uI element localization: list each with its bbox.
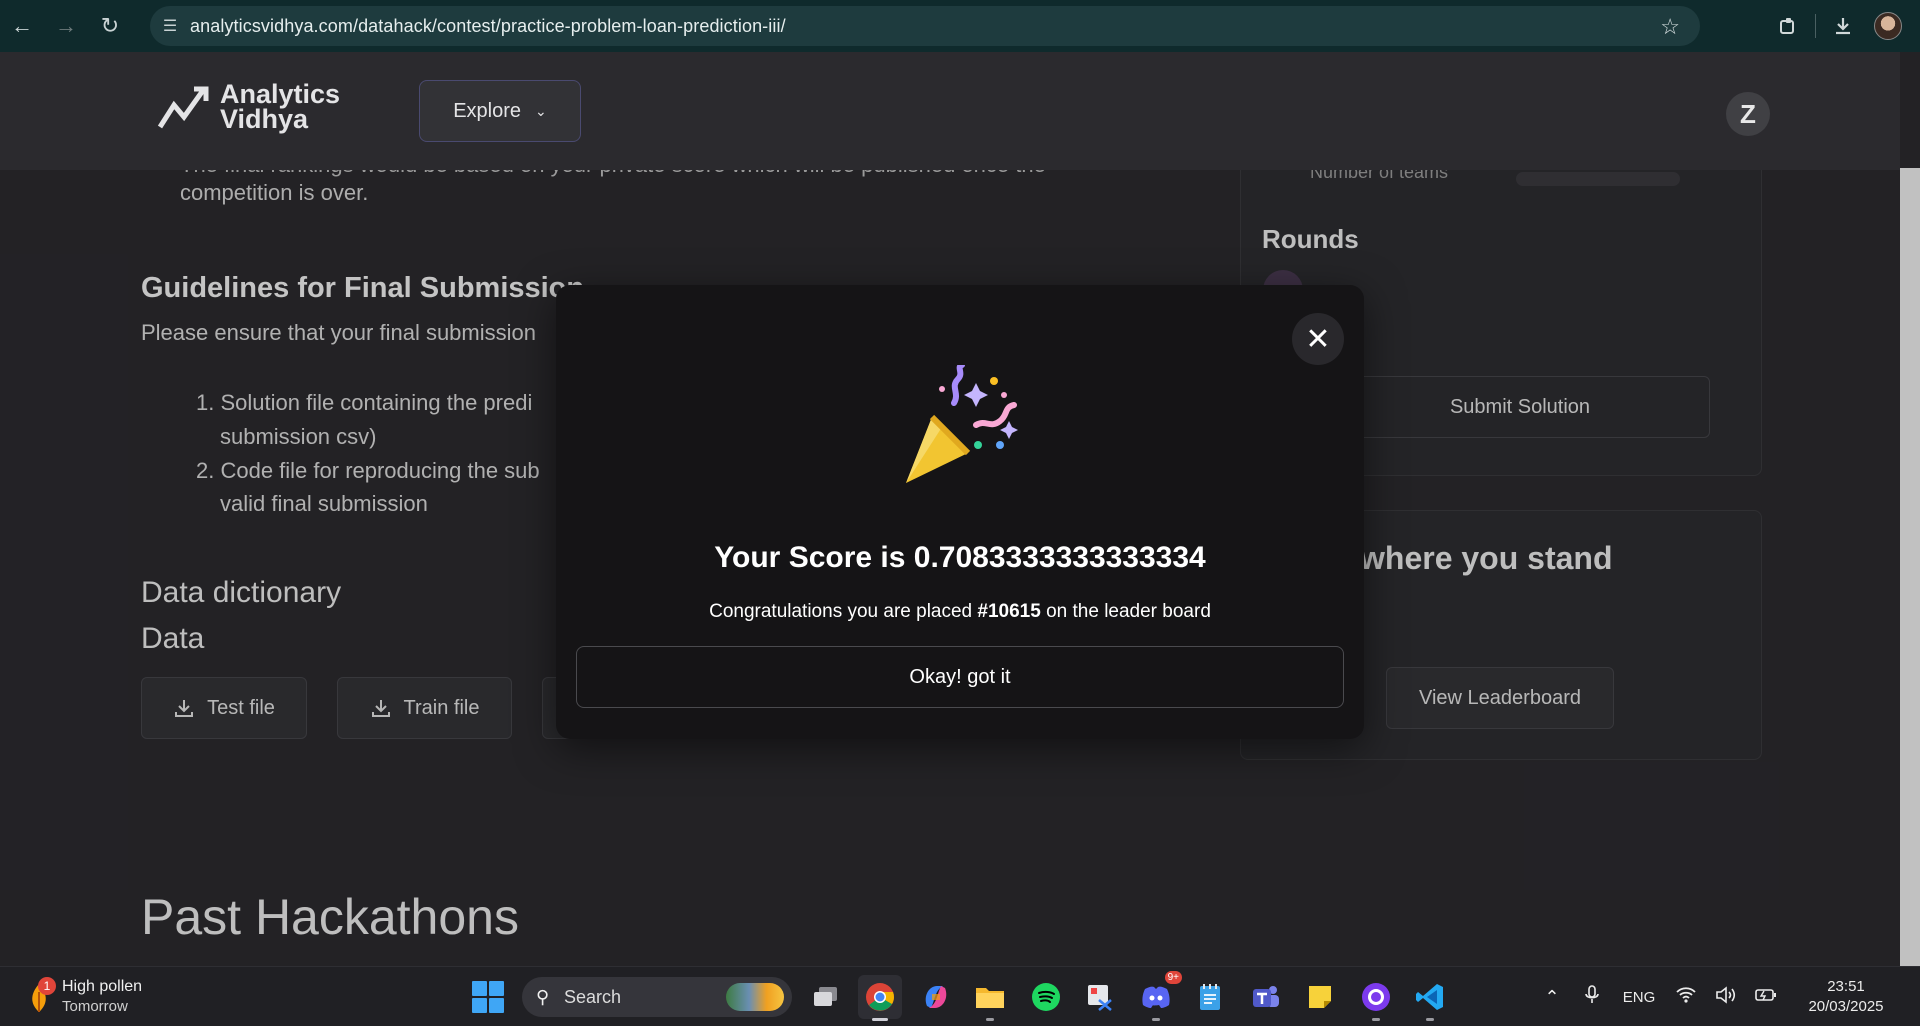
wifi-icon[interactable] [1666, 986, 1706, 1009]
volume-icon[interactable] [1706, 985, 1746, 1009]
running-indicator [1152, 1018, 1160, 1021]
leaderboard-rank: #10615 [977, 601, 1041, 622]
discord-badge: 9+ [1164, 971, 1182, 984]
clock-time: 23:51 [1827, 978, 1865, 995]
clock[interactable]: 23:51 20/03/2025 [1786, 977, 1906, 1017]
system-tray: ⌃ ENG 23:51 20/03/2025 [1532, 967, 1920, 1026]
reload-icon[interactable]: ↻ [88, 0, 132, 52]
search-icon: ⚲ [536, 986, 550, 1007]
clock-date: 20/03/2025 [1808, 998, 1884, 1015]
party-popper-icon [906, 365, 1018, 483]
back-icon[interactable]: ← [0, 0, 44, 52]
task-view-icon[interactable] [804, 975, 848, 1019]
weather-subtitle: Tomorrow [62, 998, 128, 1015]
analytics-vidhya-logo[interactable]: Analytics Vidhya [156, 81, 340, 134]
toolbar-divider [1815, 14, 1816, 38]
vscode-icon[interactable] [1408, 975, 1452, 1021]
close-icon[interactable]: ✕ [1292, 313, 1344, 365]
weather-widget[interactable]: 1 High pollen Tomorrow [24, 977, 142, 1017]
chevron-down-icon: ⌄ [535, 102, 547, 119]
notepad-icon[interactable] [1188, 975, 1232, 1019]
file-explorer-icon[interactable] [968, 975, 1012, 1021]
logo-chart-icon [157, 86, 209, 129]
language-indicator[interactable]: ENG [1612, 989, 1666, 1006]
snipping-tool-icon[interactable] [1078, 975, 1122, 1019]
teams-icon[interactable] [1244, 975, 1288, 1019]
running-indicator [986, 1018, 994, 1021]
address-bar[interactable]: ☰ analyticsvidhya.com/datahack/contest/p… [150, 6, 1700, 46]
bookmark-star-icon[interactable]: ☆ [1660, 14, 1680, 40]
github-desktop-icon[interactable] [1354, 975, 1398, 1021]
congrats-suffix: on the leader board [1040, 601, 1211, 622]
browser-toolbar: ← → ↻ ☰ analyticsvidhya.com/datahack/con… [0, 0, 1920, 52]
pollen-icon: 1 [24, 977, 56, 1014]
discord-icon[interactable]: 9+ [1134, 971, 1182, 1021]
explore-button[interactable]: Explore ⌄ [419, 80, 581, 142]
search-label: Search [564, 986, 622, 1007]
score-modal: ✕ Your Score is 0.7083333333333334 Congr… [556, 285, 1364, 739]
extensions-icon[interactable] [1765, 0, 1811, 52]
chevron-up-icon[interactable]: ⌃ [1532, 987, 1572, 1008]
search-highlight-icon [726, 983, 784, 1011]
battery-icon[interactable] [1746, 987, 1786, 1008]
running-indicator [1372, 1018, 1380, 1021]
microphone-icon[interactable] [1572, 984, 1612, 1010]
explore-label: Explore [453, 99, 522, 122]
url-text[interactable]: analyticsvidhya.com/datahack/contest/pra… [190, 16, 786, 37]
windows-start-icon[interactable] [472, 981, 504, 1013]
congrats-prefix: Congratulations you are placed [709, 601, 978, 622]
score-text: Your Score is 0.7083333333333334 [714, 541, 1206, 574]
okay-got-it-button[interactable]: Okay! got it [576, 646, 1344, 708]
taskbar: 1 High pollen Tomorrow ⚲ Search 9+ ⌃ ENG… [0, 966, 1920, 1026]
congrats-text: Congratulations you are placed #10615 on… [556, 601, 1364, 623]
copilot-icon[interactable] [914, 975, 958, 1019]
user-avatar[interactable]: Z [1726, 92, 1770, 136]
running-indicator [1426, 1018, 1434, 1021]
taskbar-search[interactable]: ⚲ Search [522, 977, 792, 1017]
weather-title: High pollen [62, 978, 143, 995]
forward-icon[interactable]: → [44, 0, 88, 52]
active-indicator [872, 1018, 888, 1021]
profile-avatar[interactable] [1874, 12, 1902, 40]
weather-badge: 1 [38, 977, 56, 995]
sticky-notes-icon[interactable] [1298, 975, 1342, 1019]
spotify-icon[interactable] [1024, 975, 1068, 1019]
site-settings-icon[interactable]: ☰ [150, 16, 190, 36]
chrome-icon[interactable] [858, 975, 902, 1021]
site-header: Analytics Vidhya Explore ⌄ Z [0, 52, 1900, 170]
logo-text-line2: Vidhya [220, 104, 309, 134]
downloads-icon[interactable] [1820, 0, 1866, 52]
